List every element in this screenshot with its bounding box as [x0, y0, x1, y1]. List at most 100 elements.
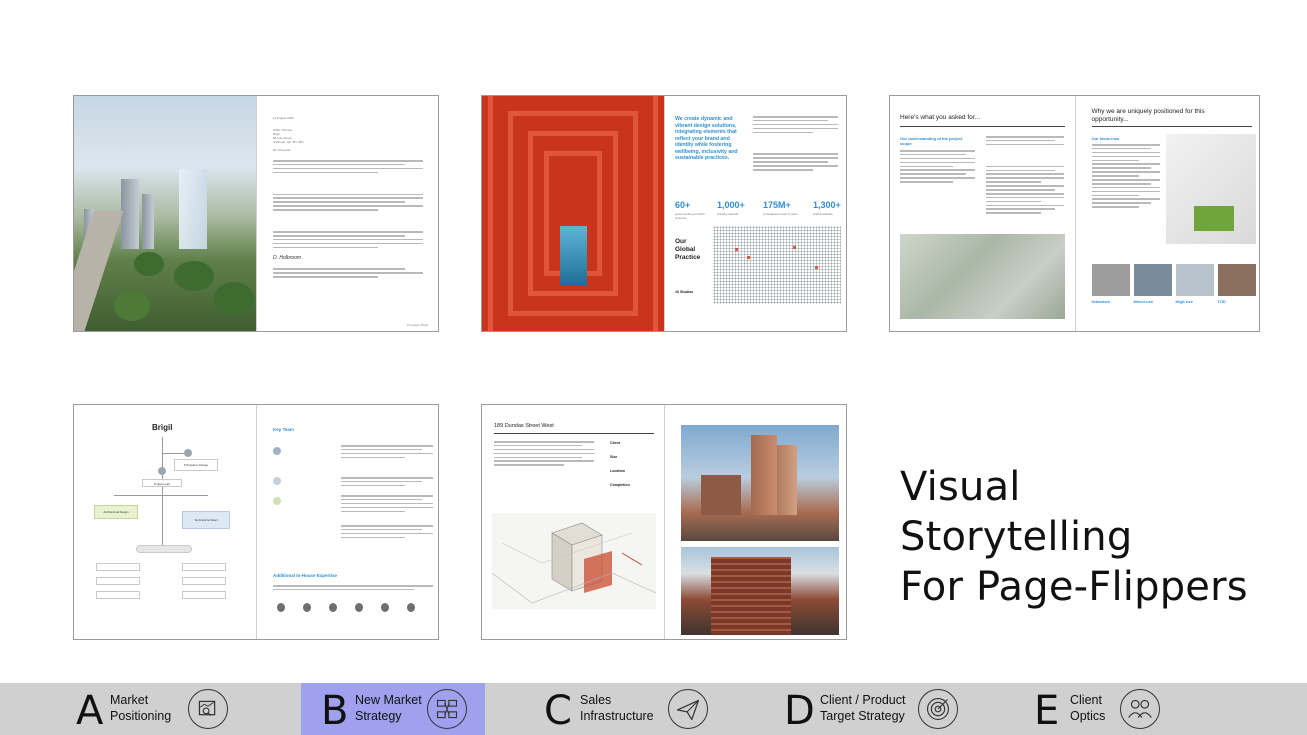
org-support-box [182, 563, 226, 571]
project-thumbnail-image [1217, 264, 1256, 296]
stat-years: 60+ [675, 200, 691, 210]
letter-signature: D. Holbroom [273, 255, 302, 261]
understanding-heading: Here's what you asked for... [900, 114, 981, 121]
letter-footer: Proposal | Brigil [407, 323, 428, 327]
tree-image-part [214, 282, 254, 316]
nav-label-line: New Market [355, 693, 422, 707]
stat-awards-label: industry awards [717, 212, 739, 216]
project-thumbnail-image [1091, 264, 1130, 296]
tree-image-part [114, 291, 150, 321]
letter-body [273, 160, 423, 280]
team-member-bio [341, 445, 433, 461]
pillar-mixed-use: Mixed-use [1133, 299, 1154, 304]
nav-label: New Market Strategy [355, 692, 422, 724]
proposal-spread-letter: 12 August 2021 Philip Thomas Brigil 98 L… [73, 95, 439, 332]
stat-years-label: years working in North America [675, 212, 705, 220]
pillar-high-rise: High-rise [1175, 299, 1193, 304]
corridor-photo-image [482, 96, 664, 331]
pillar-tod: TOD [1217, 299, 1226, 304]
field-completion: Completion [610, 483, 630, 487]
map-marker [793, 246, 796, 249]
city-rendering-image [74, 96, 256, 331]
tower-image-part [142, 193, 154, 249]
glass-tower-image-part [179, 168, 207, 249]
slide-headline: Visual Storytelling For Page-Flippers [900, 462, 1260, 612]
stat-staff-label: staff worldwide [813, 212, 833, 216]
knowhow-subheading: Our know-how [1091, 136, 1120, 141]
team-member-avatar [273, 497, 281, 505]
org-connector [162, 453, 184, 454]
nav-label-line: Strategy [355, 709, 402, 723]
team-member-bio [341, 495, 433, 514]
nav-letter: A [76, 688, 104, 734]
headline-line-2: For Page-Flippers [900, 564, 1248, 610]
team-member-avatar [273, 447, 281, 455]
org-support-box [182, 591, 226, 599]
project-photos-page [664, 405, 846, 639]
global-practice-title: Our Global Practice [675, 238, 700, 262]
proposal-spread-project: 189 Dundas Street West Client Size Locat… [481, 404, 847, 640]
field-client: Client [610, 441, 620, 445]
nav-item-sales-infrastructure[interactable]: C Sales Infrastructure [540, 683, 720, 735]
headline-line-1: Visual Storytelling [900, 464, 1133, 560]
expert-portrait-image [407, 603, 415, 612]
understanding-subheading: Our understanding of the project scope [900, 136, 963, 146]
scope-body [986, 136, 1064, 216]
nav-label-line: Market [110, 693, 149, 707]
world-map-image [713, 226, 841, 304]
letter-date: 12 August 2021 [273, 116, 294, 120]
nav-item-client-product-target-strategy[interactable]: D Client / Product Target Strategy [782, 683, 972, 735]
tree-image-part [174, 261, 214, 291]
project-rendering-image [681, 425, 839, 541]
org-role-technical: Technical Architect [182, 511, 230, 529]
axonometric-sketch-image [491, 513, 657, 609]
practice-description [753, 116, 838, 173]
expertise-body [273, 585, 433, 593]
global-practice-page: We create dynamic and vibrant design sol… [664, 96, 846, 331]
map-marker [747, 256, 750, 259]
tower-image-part [777, 445, 797, 515]
project-title: 189 Dundas Street West [494, 423, 554, 429]
heading-rule [900, 126, 1065, 127]
nav-item-market-positioning[interactable]: A Market Positioning [72, 683, 252, 735]
team-member-bio [341, 477, 433, 489]
understanding-page: Here's what you asked for... Our underst… [890, 96, 1075, 331]
strategy-flow-icon [427, 689, 467, 729]
nav-item-client-optics[interactable]: E Client Optics [1032, 683, 1182, 735]
proposal-spread-team: Brigil Principal-in-Charge Project Lead … [73, 404, 439, 640]
practice-title-line: Practice [675, 254, 701, 261]
org-connector [114, 495, 208, 496]
team-member-bio [341, 525, 433, 541]
org-chart-title: Brigil [152, 423, 173, 432]
tower-image-part [751, 435, 777, 515]
expert-portrait-image [303, 603, 311, 612]
practice-tagline: We create dynamic and vibrant design sol… [675, 116, 738, 161]
nav-letter: C [544, 688, 572, 734]
positioning-heading: Why we are uniquely positioned for this … [1091, 108, 1205, 123]
heading-rule [494, 433, 654, 434]
letter-city: Gatineau, QC J8Y 3R7 [273, 140, 304, 144]
nav-item-new-market-strategy[interactable]: B New Market Strategy [301, 683, 485, 735]
proposal-spread-approach: Here's what you asked for... Our underst… [889, 95, 1260, 332]
practice-title-line: Global [675, 246, 696, 253]
stat-awards: 1,000+ [717, 200, 745, 210]
team-member-avatar [158, 467, 166, 475]
nav-label-line: Client [1070, 693, 1102, 707]
studios-count: 16 Studios [675, 290, 694, 294]
stat-area-label: sf designed in last 5 years [763, 212, 798, 216]
org-support-box [96, 577, 140, 585]
letter-page: 12 August 2021 Philip Thomas Brigil 98 L… [256, 96, 438, 331]
nav-label: Sales Infrastructure [580, 692, 654, 724]
nav-letter: E [1034, 688, 1060, 734]
key-team-page: Key Team Additional In-House Expertise [256, 405, 438, 639]
org-role-principal: Principal-in-Charge [174, 459, 218, 471]
key-team-heading: Key Team [273, 427, 294, 432]
project-thumbnail-image [1133, 264, 1172, 296]
chart-magnifier-icon [188, 689, 228, 729]
nav-letter: D [784, 688, 815, 734]
paper-plane-icon [668, 689, 708, 729]
nav-letter: B [321, 688, 349, 734]
target-icon [918, 689, 958, 729]
project-description [494, 441, 594, 468]
tower-image-part [701, 475, 741, 515]
